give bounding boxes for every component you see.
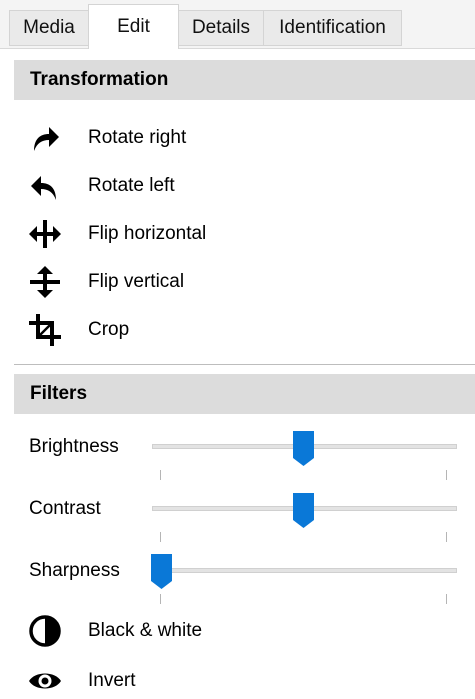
crop-icon	[28, 312, 72, 348]
rotate-left-label: Rotate left	[88, 175, 175, 196]
flip-vertical-label: Flip vertical	[88, 271, 185, 292]
tab-identification-label: Identification	[279, 17, 386, 38]
sharpness-tick-min	[160, 594, 161, 604]
tab-details[interactable]: Details	[178, 10, 264, 46]
crop-label: Crop	[88, 319, 130, 340]
sharpness-label: Sharpness	[29, 560, 120, 581]
black-white-action[interactable]: Black & white	[28, 613, 202, 649]
section-divider	[14, 364, 475, 365]
invert-label: Invert	[88, 670, 136, 691]
brightness-tick-min	[160, 470, 161, 480]
tab-edit[interactable]: Edit	[88, 4, 179, 49]
sharpness-track[interactable]	[152, 568, 457, 573]
contrast-thumb[interactable]	[292, 492, 315, 529]
rotate-right-icon	[28, 120, 72, 156]
rotate-left-action[interactable]: Rotate left	[28, 168, 175, 204]
tab-identification[interactable]: Identification	[263, 10, 402, 46]
tab-details-label: Details	[191, 17, 251, 38]
filters-title: Filters	[30, 383, 88, 404]
sharpness-thumb[interactable]	[150, 553, 173, 590]
contrast-tick-min	[160, 532, 161, 542]
transformation-title: Transformation	[30, 69, 169, 90]
filters-header: Filters	[14, 374, 475, 414]
black-white-label: Black & white	[88, 620, 203, 641]
tab-media[interactable]: Media	[9, 10, 89, 46]
tab-edit-label: Edit	[117, 16, 150, 37]
flip-horizontal-label: Flip horizontal	[88, 223, 207, 244]
flip-vertical-action[interactable]: Flip vertical	[28, 264, 184, 300]
rotate-right-action[interactable]: Rotate right	[28, 120, 186, 156]
contrast-tick-max	[446, 532, 447, 542]
brightness-thumb[interactable]	[292, 430, 315, 467]
contrast-label: Contrast	[29, 498, 101, 519]
rotate-right-label: Rotate right	[88, 127, 187, 148]
brightness-tick-max	[446, 470, 447, 480]
flip-vertical-icon	[28, 264, 72, 300]
sharpness-tick-max	[446, 594, 447, 604]
tab-bar: Media Edit Details Identification	[0, 0, 475, 49]
contrast-circle-icon	[28, 613, 72, 649]
crop-action[interactable]: Crop	[28, 312, 129, 348]
rotate-left-icon	[28, 168, 72, 204]
tab-media-label: Media	[23, 17, 75, 38]
flip-horizontal-action[interactable]: Flip horizontal	[28, 216, 206, 252]
brightness-label: Brightness	[29, 436, 119, 457]
flip-horizontal-icon	[28, 216, 72, 252]
transformation-header: Transformation	[14, 60, 475, 100]
